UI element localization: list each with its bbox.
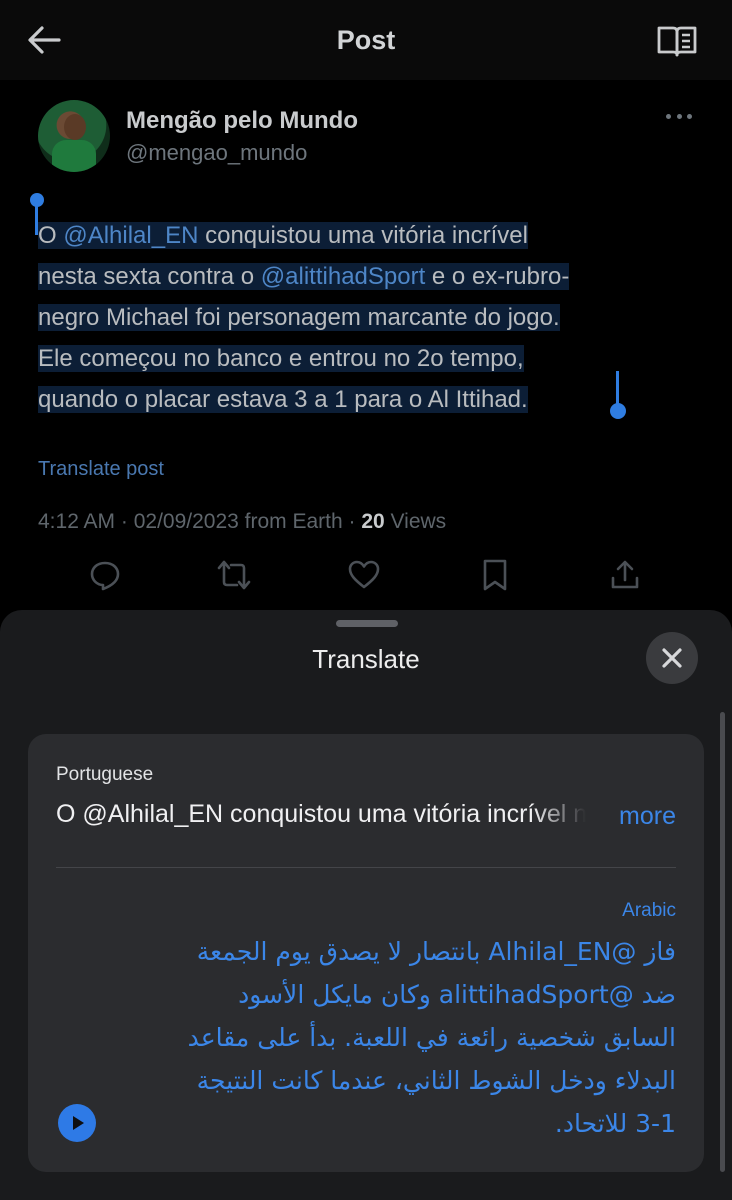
post-actions	[0, 558, 732, 598]
ellipsis-icon	[666, 113, 671, 119]
divider	[56, 867, 676, 868]
mention-link[interactable]: @Alhilal_EN	[63, 222, 198, 249]
views-count[interactable]: 20	[361, 510, 384, 533]
repost-button[interactable]	[216, 558, 251, 592]
author-name[interactable]: Mengão pelo Mundo	[126, 107, 358, 135]
bookmark-button[interactable]	[478, 558, 512, 592]
share-button[interactable]	[608, 558, 642, 592]
reply-icon	[90, 561, 120, 591]
post: Mengão pelo Mundo @mengao_mundo O @Alhil…	[0, 80, 732, 620]
repost-icon	[217, 560, 251, 590]
book-open-icon	[657, 26, 697, 57]
page-title: Post	[336, 24, 396, 55]
source-text: O @Alhilal_EN conquistou uma vitória inc…	[56, 800, 586, 828]
play-icon	[73, 1116, 84, 1130]
like-button[interactable]	[347, 558, 381, 592]
translate-sheet: Translate Portuguese O @Alhilal_EN conqu…	[0, 610, 732, 1200]
translate-post-link[interactable]: Translate post	[38, 458, 164, 481]
arrow-left-icon	[28, 26, 61, 54]
more-options-button[interactable]	[666, 110, 692, 122]
share-icon	[611, 560, 639, 589]
back-button[interactable]	[26, 24, 62, 56]
source-language-label[interactable]: Portuguese	[56, 764, 153, 786]
views-label: Views	[384, 510, 447, 533]
like-icon	[348, 560, 380, 589]
play-audio-button[interactable]	[58, 1104, 96, 1142]
top-bar: Post	[0, 0, 732, 80]
scrollbar[interactable]	[720, 712, 725, 1172]
reader-mode-button[interactable]	[656, 24, 698, 58]
avatar[interactable]	[38, 100, 110, 172]
close-button[interactable]	[646, 632, 698, 684]
sheet-title: Translate	[312, 644, 420, 674]
translation-card: Portuguese O @Alhilal_EN conquistou uma …	[28, 734, 704, 1172]
bookmark-icon	[483, 559, 507, 591]
timestamp: 4:12 AM · 02/09/2023 from Earth ·	[38, 510, 362, 533]
author-handle[interactable]: @mengao_mundo	[126, 140, 307, 166]
screen: Post Mengão pelo Mundo @mengao_mundo O @…	[0, 0, 732, 1200]
post-text: O @Alhilal_EN conquistou uma vitória inc…	[38, 222, 570, 413]
translated-text: فاز @Alhilal_EN بانتصار لا يصدق يوم الجم…	[187, 937, 676, 1138]
reply-button[interactable]	[88, 558, 122, 592]
mention-link[interactable]: @alittihadSport	[261, 263, 425, 290]
close-icon	[662, 648, 682, 668]
more-button[interactable]: more	[619, 802, 676, 831]
post-metadata: 4:12 AM · 02/09/2023 from Earth · 20 Vie…	[38, 510, 446, 534]
sheet-grabber[interactable]	[336, 620, 398, 627]
source-text-container: O @Alhilal_EN conquistou uma vitória inc…	[56, 800, 586, 840]
target-language-label[interactable]: Arabic	[622, 900, 676, 922]
